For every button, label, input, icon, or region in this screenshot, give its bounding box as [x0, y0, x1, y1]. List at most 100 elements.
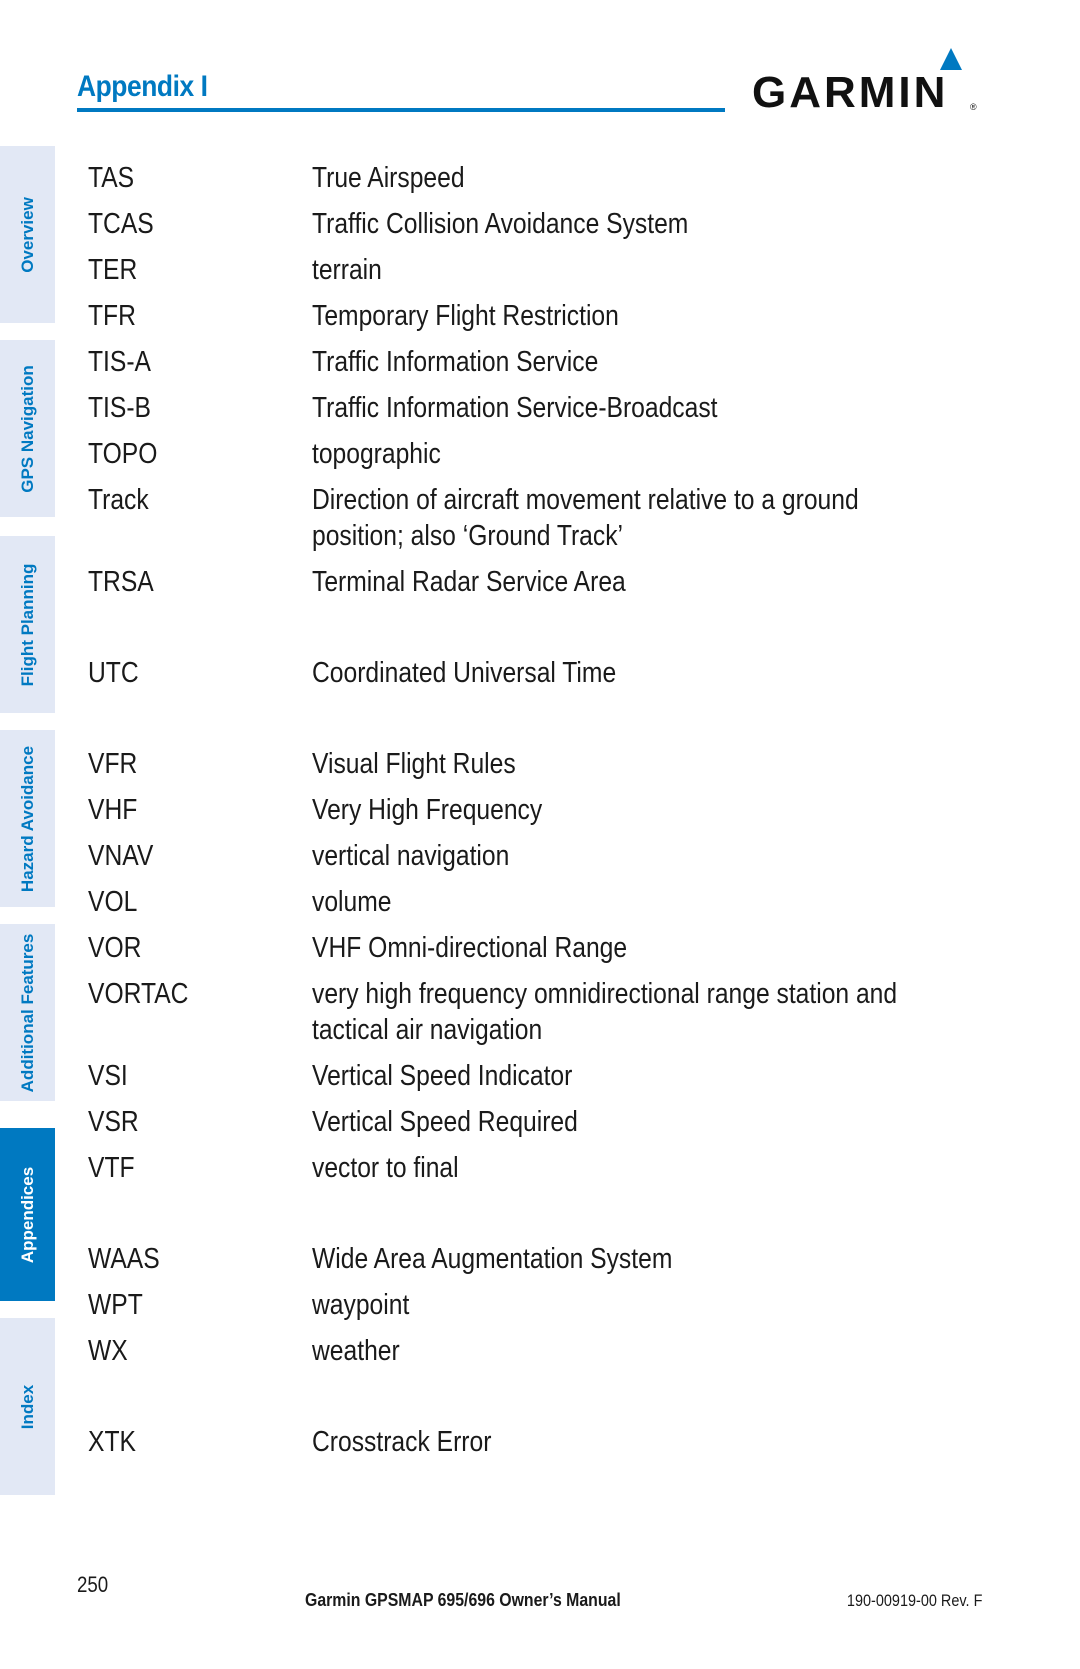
- glossary-entry: VFR Visual Flight Rules: [88, 746, 988, 782]
- document-revision: 190-00919-00 Rev. F: [846, 1591, 982, 1610]
- definition-line: terrain: [312, 254, 382, 286]
- definition-line: Crosstrack Error: [312, 1426, 492, 1458]
- tab-label: Index: [17, 1384, 37, 1429]
- glossary-definition: terrain: [312, 252, 988, 288]
- glossary-definition: Direction of aircraft movement relative …: [312, 482, 988, 554]
- glossary-entry: TAS True Airspeed: [88, 160, 988, 196]
- logo-triangle-icon: [940, 48, 962, 70]
- definition-line: vertical navigation: [312, 840, 510, 872]
- registered-mark: ®: [970, 102, 977, 112]
- glossary-definition: weather: [312, 1333, 988, 1369]
- glossary-definition: Vertical Speed Required: [312, 1104, 988, 1140]
- glossary-entry: Track Direction of aircraft movement rela…: [88, 482, 988, 554]
- tab-additional-features[interactable]: Additional Features: [0, 924, 55, 1101]
- tab-index[interactable]: Index: [0, 1318, 55, 1495]
- definition-line: waypoint: [312, 1289, 410, 1321]
- definition-line: very high frequency omnidirectional rang…: [312, 978, 898, 1010]
- glossary-definition: Crosstrack Error: [312, 1424, 988, 1460]
- glossary-definition: very high frequency omnidirectional rang…: [312, 976, 1000, 1048]
- glossary-entry: TFR Temporary Flight Restriction: [88, 298, 988, 334]
- tab-appendices[interactable]: Appendices: [0, 1128, 55, 1301]
- tab-label: Hazard Avoidance: [17, 745, 37, 892]
- glossary-entry: TER terrain: [88, 252, 988, 288]
- tab-label: Additional Features: [17, 933, 37, 1092]
- glossary-entry: TCAS Traffic Collision Avoidance System: [88, 206, 988, 242]
- definition-line: VHF Omni-directional Range: [312, 932, 628, 964]
- tab-flight-planning[interactable]: Flight Planning: [0, 536, 55, 713]
- glossary-entry: UTC Coordinated Universal Time: [88, 655, 988, 691]
- glossary-list: TAS True Airspeed TCAS Traffic Collision Av…: [88, 160, 988, 1470]
- logo-text: GARMIN: [752, 68, 949, 117]
- glossary-definition: Traffic Information Service: [312, 344, 988, 380]
- tab-overview[interactable]: Overview: [0, 146, 55, 323]
- definition-line: Vertical Speed Indicator: [312, 1060, 573, 1092]
- glossary-entry: VHF Very High Frequency: [88, 792, 988, 828]
- glossary-term: VNAV: [88, 840, 154, 872]
- glossary-term: VORTAC: [88, 978, 189, 1010]
- glossary-definition: waypoint: [312, 1287, 988, 1323]
- glossary-definition: True Airspeed: [312, 160, 988, 196]
- definition-line: Direction of aircraft movement relative …: [312, 484, 859, 516]
- glossary-entry: VOR VHF Omni-directional Range: [88, 930, 988, 966]
- glossary-definition: vertical navigation: [312, 838, 988, 874]
- glossary-definition: Terminal Radar Service Area: [312, 564, 988, 600]
- glossary-term: VSR: [88, 1106, 139, 1138]
- definition-line: weather: [312, 1335, 400, 1367]
- glossary-term: VSI: [88, 1060, 128, 1092]
- glossary-entry: VSI Vertical Speed Indicator: [88, 1058, 988, 1094]
- glossary-entry: WX weather: [88, 1333, 988, 1369]
- glossary-entry: VORTAC very high frequency omnidirectiona…: [88, 976, 988, 1048]
- tab-hazard-avoidance[interactable]: Hazard Avoidance: [0, 730, 55, 907]
- definition-line: Traffic Information Service: [312, 346, 599, 378]
- definition-line: Coordinated Universal Time: [312, 657, 617, 689]
- glossary-entry: TIS-B Traffic Information Service-Broadca…: [88, 390, 988, 426]
- definition-line: Wide Area Augmentation System: [312, 1243, 673, 1275]
- definition-line: vector to final: [312, 1152, 459, 1184]
- glossary-entry: VTF vector to final: [88, 1150, 988, 1186]
- glossary-entry: WPT waypoint: [88, 1287, 988, 1323]
- glossary-entry: VNAV vertical navigation: [88, 838, 988, 874]
- garmin-logo: GARMIN ®: [752, 44, 982, 117]
- glossary-definition: vector to final: [312, 1150, 988, 1186]
- glossary-term: VOR: [88, 932, 142, 964]
- definition-line: Vertical Speed Required: [312, 1106, 578, 1138]
- definition-line: Visual Flight Rules: [312, 748, 516, 780]
- glossary-entry: TRSA Terminal Radar Service Area: [88, 564, 988, 600]
- definition-line: Terminal Radar Service Area: [312, 566, 626, 598]
- glossary-term: TIS-B: [88, 392, 152, 424]
- glossary-term: VOL: [88, 886, 138, 918]
- glossary-term: TCAS: [88, 208, 154, 240]
- glossary-term: VHF: [88, 794, 138, 826]
- glossary-entry: WAAS Wide Area Augmentation System: [88, 1241, 988, 1277]
- tab-label: Overview: [17, 196, 37, 273]
- definition-line: True Airspeed: [312, 162, 465, 194]
- glossary-term: TIS-A: [88, 346, 152, 378]
- glossary-term: TRSA: [88, 566, 154, 598]
- section-title: Appendix I: [77, 70, 208, 103]
- glossary-definition: Vertical Speed Indicator: [312, 1058, 988, 1094]
- glossary-definition: Traffic Collision Avoidance System: [312, 206, 988, 242]
- glossary-entry: XTK Crosstrack Error: [88, 1424, 988, 1460]
- glossary-term: VTF: [88, 1152, 135, 1184]
- tab-label: Flight Planning: [17, 563, 37, 686]
- tab-label: Appendices: [17, 1166, 37, 1263]
- glossary-term: UTC: [88, 657, 139, 689]
- definition-line: topographic: [312, 438, 441, 470]
- glossary-definition: volume: [312, 884, 988, 920]
- glossary-entry: VSR Vertical Speed Required: [88, 1104, 988, 1140]
- tab-label: GPS Navigation: [17, 364, 37, 493]
- glossary-term: TOPO: [88, 438, 158, 470]
- glossary-term: XTK: [88, 1426, 136, 1458]
- glossary-term: TAS: [88, 162, 135, 194]
- glossary-entry: VOL volume: [88, 884, 988, 920]
- glossary-term: TFR: [88, 300, 136, 332]
- glossary-term: Track: [88, 484, 149, 516]
- glossary-definition: Visual Flight Rules: [312, 746, 988, 782]
- glossary-definition: Wide Area Augmentation System: [312, 1241, 988, 1277]
- tab-gps-navigation[interactable]: GPS Navigation: [0, 340, 55, 517]
- definition-line: Very High Frequency: [312, 794, 543, 826]
